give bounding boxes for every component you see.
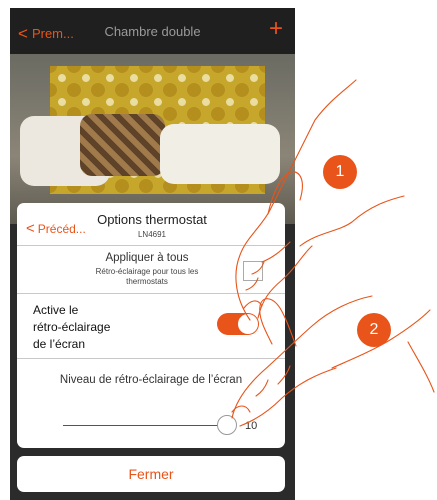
modal-back-label: Précéd... (37, 222, 86, 236)
backlight-label-line2: rétro-éclairage (33, 320, 111, 334)
room-photo (10, 54, 295, 224)
thermostat-options-modal: < Précéd... Options thermostat LN4691 App… (17, 203, 285, 448)
modal-back-button[interactable]: < Précéd... (26, 220, 86, 237)
slider-handle[interactable] (217, 415, 237, 435)
backlight-level-value: 10 (245, 420, 258, 432)
backlight-label-line3: de l’écran (33, 337, 86, 351)
apply-all-title: Appliquer à tous (105, 252, 189, 264)
apply-all-subtitle-line1: Rétro-éclairage pour tous les (95, 267, 199, 276)
backlight-label-line1: Active le (33, 303, 79, 317)
backlight-level-label: Niveau de rétro-éclairage de l’écran (59, 374, 243, 386)
backlight-toggle[interactable] (217, 313, 259, 335)
top-bar: < Prem... Chambre double + (10, 8, 295, 54)
apply-all-subtitle: Rétro-éclairage pour tous les thermostat… (62, 267, 232, 287)
divider (17, 245, 285, 246)
plus-icon[interactable]: + (269, 17, 283, 41)
modal-title: Options thermostat (97, 212, 207, 227)
divider (17, 293, 285, 294)
backlight-level-slider[interactable] (63, 425, 227, 426)
step-marker-2: 2 (357, 313, 391, 347)
toggle-knob (238, 314, 258, 334)
modal-subtitle: LN4691 (137, 230, 167, 239)
apply-all-checkbox[interactable] (243, 261, 263, 281)
backlight-label: Active le rétro-éclairage de l’écran (33, 302, 110, 353)
pillow-white-right (160, 124, 280, 184)
hand-1-palm (299, 195, 405, 247)
apply-all-subtitle-line2: thermostats (126, 277, 168, 286)
pillow-patterned (80, 114, 165, 176)
page-title: Chambre double (104, 24, 201, 39)
step-marker-1: 1 (323, 155, 357, 189)
divider (17, 358, 285, 359)
chevron-left-icon: < (26, 220, 35, 237)
close-button[interactable]: Fermer (17, 456, 285, 492)
